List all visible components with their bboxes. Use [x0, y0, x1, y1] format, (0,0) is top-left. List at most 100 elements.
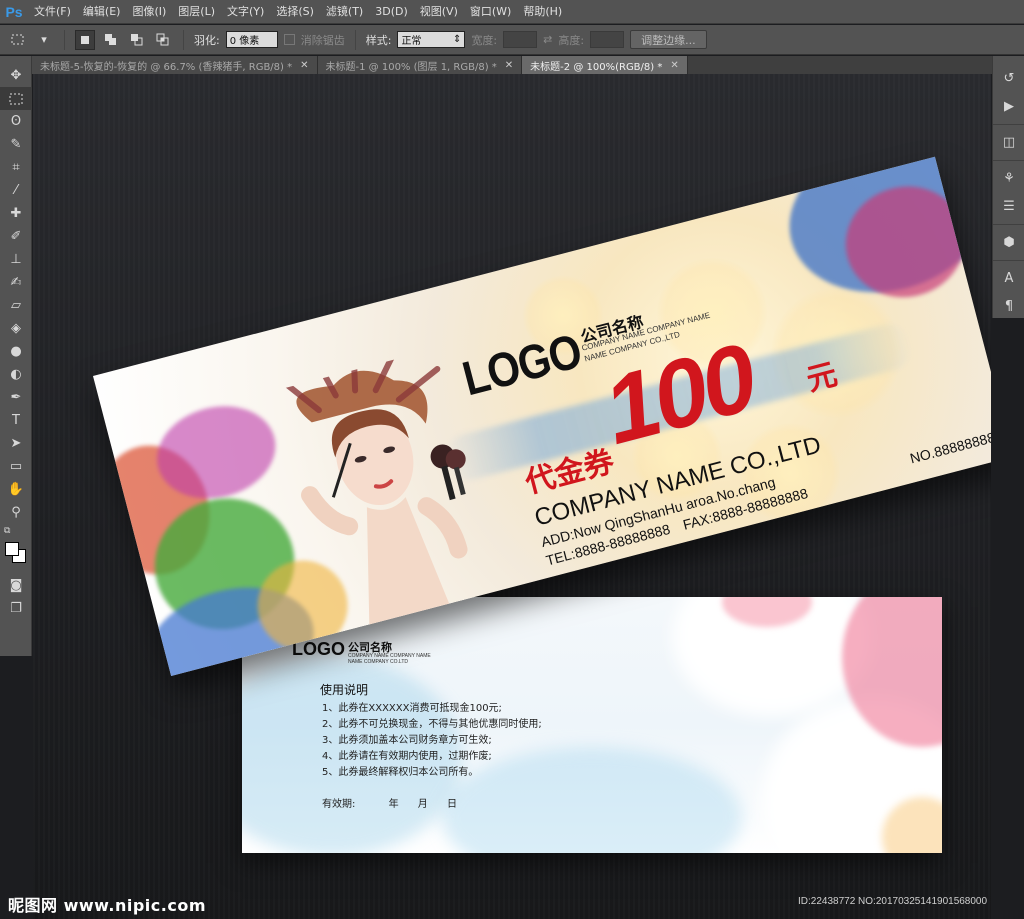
eyedropper-tool-icon[interactable]: ⁄	[0, 179, 32, 202]
usage-rule: 2、此券不可兑换现金，不得与其他优惠同时使用;	[322, 719, 542, 730]
menu-filter[interactable]: 滤镜(T)	[320, 0, 369, 24]
crop-tool-icon[interactable]: ⌗	[0, 156, 32, 179]
marquee-preset-icon[interactable]	[8, 30, 28, 50]
options-bar: ▾ 羽化: 消除锯齿 样式: 正常 ⇕ 宽度: ⇄ 高度: 调整边缘...	[0, 25, 1024, 55]
front-logo: LOGO	[457, 323, 587, 406]
validity-day: 日	[446, 799, 457, 810]
height-label: 高度:	[558, 33, 585, 47]
usage-rule: 1、此券在XXXXXX消费可抵现金100元;	[322, 703, 502, 714]
tab-label: 未标题-5-恢复的-恢复的 @ 66.7% (香辣猪手, RGB/8) *	[40, 61, 293, 73]
style-value: 正常	[401, 36, 422, 47]
tab-document-2[interactable]: 未标题-2 @ 100%(RGB/8) * ✕	[522, 56, 688, 74]
swap-icon[interactable]: ⇄	[543, 33, 552, 46]
tools-panel: ✥ ʘ ✎ ⌗ ⁄ ✚ ✐ ⊥ ✍ ▱ ◈ ● ◐ ✒ T ➤ ▭ ✋ ⚲ ⧉ …	[0, 56, 32, 656]
history-panel-icon[interactable]: ↺	[993, 64, 1024, 92]
menu-help[interactable]: 帮助(H)	[517, 0, 568, 24]
healing-tool-icon[interactable]: ✚	[0, 202, 32, 225]
history-brush-tool-icon[interactable]: ✍	[0, 271, 32, 294]
chevron-down-icon[interactable]: ▾	[34, 30, 54, 50]
paragraph-panel-icon[interactable]: ¶	[993, 292, 1024, 320]
width-label: 宽度:	[471, 33, 498, 47]
panel-dock: ↺ ▶ ◫ ⚘ ☰ ⬢ A ¶	[992, 56, 1024, 318]
menu-edit[interactable]: 编辑(E)	[77, 0, 127, 24]
brush-presets-icon[interactable]: ☰	[993, 192, 1024, 220]
adjustments-panel-icon[interactable]: ◫	[993, 128, 1024, 156]
menu-select[interactable]: 选择(S)	[270, 0, 320, 24]
close-icon[interactable]: ✕	[300, 60, 308, 71]
close-icon[interactable]: ✕	[670, 60, 678, 71]
quick-select-tool-icon[interactable]: ✎	[0, 133, 32, 156]
validity-month: 月	[417, 799, 428, 810]
document-tabs: 未标题-5-恢复的-恢复的 @ 66.7% (香辣猪手, RGB/8) * ✕ …	[32, 56, 992, 74]
style-select[interactable]: 正常 ⇕	[397, 31, 466, 48]
validity-year: 年	[388, 799, 399, 810]
type-tool-icon[interactable]: T	[0, 409, 32, 432]
stamp-tool-icon[interactable]: ⊥	[0, 248, 32, 271]
eraser-tool-icon[interactable]: ▱	[0, 294, 32, 317]
select-arrows-icon: ⇕	[453, 34, 462, 45]
height-input[interactable]	[590, 31, 625, 48]
separator	[993, 120, 1024, 125]
photoshop-logo: Ps	[5, 3, 23, 20]
panel-grip[interactable]	[993, 56, 1024, 64]
separator	[64, 29, 65, 50]
separator	[993, 220, 1024, 225]
foreground-color[interactable]	[5, 542, 19, 556]
menu-type[interactable]: 文字(Y)	[221, 0, 270, 24]
menu-3d[interactable]: 3D(D)	[369, 0, 414, 24]
usage-rule: 3、此券须加盖本公司财务章方可生效;	[322, 735, 492, 746]
color-swatches[interactable]	[0, 538, 32, 574]
default-colors-icon[interactable]: ⧉	[0, 524, 32, 538]
shape-tool-icon[interactable]: ▭	[0, 455, 32, 478]
marquee-tool-icon[interactable]	[0, 87, 32, 110]
usage-rules-list: 1、此券在XXXXXX消费可抵现金100元; 2、此券不可兑换现金，不得与其他优…	[322, 701, 542, 781]
refine-edge-button[interactable]: 调整边缘...	[630, 30, 707, 49]
usage-rule: 4、此券请在有效期内使用，过期作废;	[322, 751, 492, 762]
feather-input[interactable]	[225, 31, 278, 48]
separator	[183, 29, 184, 50]
width-input[interactable]	[503, 31, 538, 48]
3d-panel-icon[interactable]: ⬢	[993, 228, 1024, 256]
blur-tool-icon[interactable]: ●	[0, 340, 32, 363]
quick-mask-icon[interactable]: ◙	[0, 574, 32, 597]
menu-layer[interactable]: 图层(L)	[172, 0, 221, 24]
menu-window[interactable]: 窗口(W)	[464, 0, 517, 24]
antialias-checkbox[interactable]	[283, 34, 295, 45]
pen-tool-icon[interactable]: ✒	[0, 386, 32, 409]
separator	[354, 29, 356, 50]
menu-view[interactable]: 视图(V)	[414, 0, 464, 24]
feather-label: 羽化:	[194, 33, 220, 47]
dodge-tool-icon[interactable]: ◐	[0, 363, 32, 386]
brush-panel-icon[interactable]: ⚘	[993, 164, 1024, 192]
brush-tool-icon[interactable]: ✐	[0, 225, 32, 248]
menu-image[interactable]: 图像(I)	[126, 0, 172, 24]
voucher-back: LOGO 公司名称 COMPANY NAME COMPANY NAME NAME…	[242, 597, 942, 853]
nipic-watermark: 昵图网 www.nipic.com	[8, 896, 206, 915]
hand-tool-icon[interactable]: ✋	[0, 478, 32, 501]
document-canvas[interactable]: LOGO 公司名称 COMPANY NAME COMPANY NAME NAME…	[33, 74, 991, 919]
intersect-selection-icon[interactable]	[153, 30, 173, 50]
character-panel-icon[interactable]: A	[993, 264, 1024, 292]
move-tool-icon[interactable]: ✥	[0, 64, 32, 87]
menu-bar: Ps 文件(F) 编辑(E) 图像(I) 图层(L) 文字(Y) 选择(S) 滤…	[0, 0, 1024, 24]
lasso-tool-icon[interactable]: ʘ	[0, 110, 32, 133]
paint-bucket-tool-icon[interactable]: ◈	[0, 317, 32, 340]
zoom-tool-icon[interactable]: ⚲	[0, 501, 32, 524]
tab-label: 未标题-2 @ 100%(RGB/8) *	[530, 61, 663, 73]
style-label: 样式:	[365, 33, 392, 47]
add-selection-icon[interactable]	[101, 30, 121, 50]
menu-file[interactable]: 文件(F)	[28, 0, 77, 24]
screen-mode-icon[interactable]: ❐	[0, 597, 32, 620]
actions-panel-icon[interactable]: ▶	[993, 92, 1024, 120]
tab-document-5[interactable]: 未标题-5-恢复的-恢复的 @ 66.7% (香辣猪手, RGB/8) * ✕	[32, 56, 318, 74]
panel-grip[interactable]	[0, 56, 31, 64]
path-select-tool-icon[interactable]: ➤	[0, 432, 32, 455]
tab-label: 未标题-1 @ 100% (图层 1, RGB/8) *	[325, 61, 497, 73]
new-selection-icon[interactable]	[75, 29, 95, 50]
antialias-label: 消除锯齿	[300, 33, 345, 47]
separator	[993, 256, 1024, 261]
subtract-selection-icon[interactable]	[127, 30, 147, 50]
validity-line: 有效期: 年 月 日	[322, 795, 473, 810]
tab-document-1[interactable]: 未标题-1 @ 100% (图层 1, RGB/8) * ✕	[317, 56, 523, 74]
close-icon[interactable]: ✕	[505, 60, 513, 71]
